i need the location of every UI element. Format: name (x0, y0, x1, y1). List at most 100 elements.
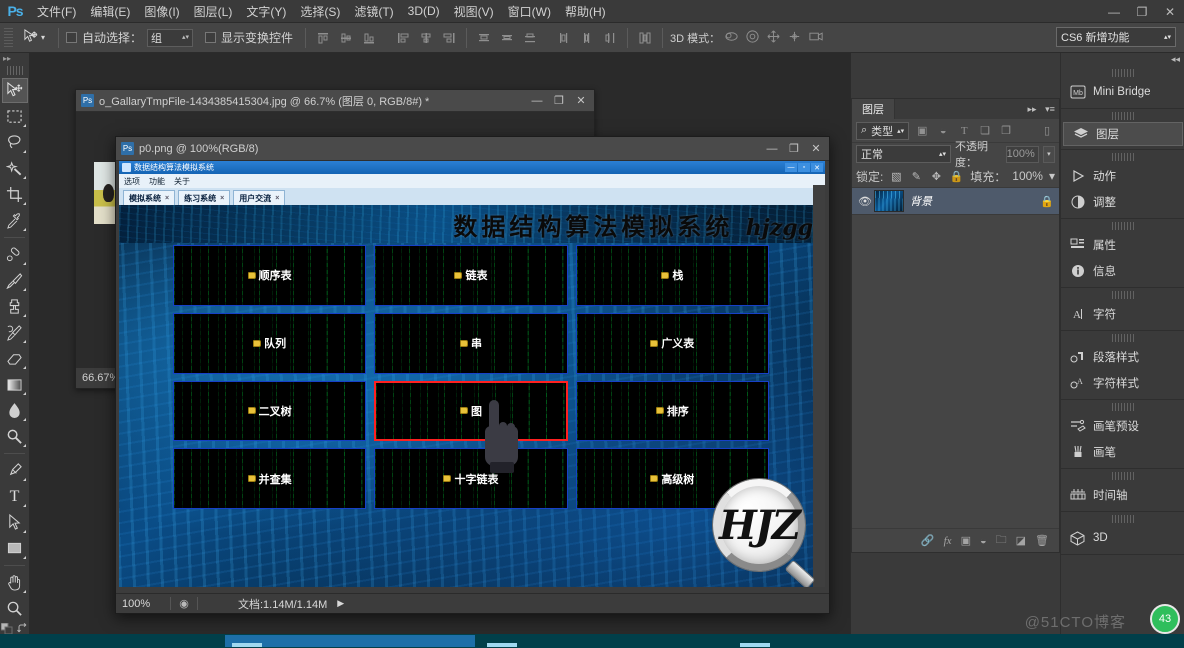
align-vertical-center-icon[interactable] (336, 28, 356, 48)
minimize-button[interactable]: — (785, 163, 797, 172)
fill-stepper-icon[interactable]: ▾ (1049, 169, 1055, 183)
path-selection-tool[interactable] (2, 510, 28, 535)
dock-group-handle[interactable] (1112, 222, 1134, 230)
dock-group-handle[interactable] (1112, 334, 1134, 342)
rectangle-shape-tool[interactable] (2, 536, 28, 561)
magic-wand-tool[interactable] (2, 156, 28, 181)
slide-3d-icon[interactable] (787, 29, 802, 47)
rotate-3d-icon[interactable] (724, 29, 739, 47)
link-layers-icon[interactable]: 🔗 (921, 534, 935, 547)
dodge-tool[interactable] (2, 424, 28, 449)
spot-healing-brush-tool[interactable] (2, 242, 28, 267)
restore-button[interactable]: ❐ (1128, 0, 1156, 23)
menu-3d[interactable]: 3D(D) (401, 2, 447, 20)
align-right-icon[interactable] (439, 28, 459, 48)
toolbox-drag-handle[interactable] (6, 66, 23, 75)
clone-stamp-tool[interactable] (2, 294, 28, 319)
maximize-button[interactable]: ❐ (783, 139, 805, 159)
dock-item-actions[interactable]: 动作 (1061, 163, 1184, 189)
status-proof-icon[interactable]: ◉ (170, 597, 198, 610)
status-menu-arrow-icon[interactable]: ▶ (337, 598, 344, 609)
layer-style-fx-icon[interactable]: fx (944, 535, 952, 547)
distribute-horizontal-center-icon[interactable] (577, 28, 597, 48)
close-button[interactable]: ✕ (1156, 0, 1184, 23)
history-brush-tool[interactable] (2, 320, 28, 345)
blend-mode-dropdown[interactable]: 正常 ▴▾ (856, 145, 951, 163)
foreground-document-canvas[interactable]: 数据结构算法模拟系统 — ▫ ✕ 选项 功能 关于 模拟系统 × 练习系统 × … (119, 161, 825, 587)
blur-tool[interactable] (2, 398, 28, 423)
close-button[interactable]: ✕ (570, 91, 592, 111)
tab-close-icon[interactable]: × (165, 195, 169, 202)
auto-select-scope-dropdown[interactable]: 组 ▴▾ (147, 28, 194, 47)
menu-select[interactable]: 选择(S) (293, 1, 347, 22)
opacity-stepper-icon[interactable]: ▾ (1042, 145, 1055, 163)
menu-edit[interactable]: 编辑(E) (83, 1, 137, 22)
gradient-tool[interactable] (2, 372, 28, 397)
inner-menu-options[interactable]: 选项 (124, 176, 140, 187)
grid-item-queue[interactable]: 队列 (173, 312, 367, 374)
maximize-button[interactable]: ▫ (798, 163, 810, 172)
fill-value[interactable]: 100% (1012, 169, 1043, 183)
lock-all-icon[interactable]: 🔒 (949, 170, 963, 183)
current-tool-indicator[interactable]: ▾ (17, 28, 51, 47)
grid-item-union-find[interactable]: 并查集 (173, 448, 367, 509)
dock-item-character[interactable]: A 字符 (1061, 301, 1184, 327)
lasso-tool[interactable] (2, 130, 28, 155)
layer-row-background[interactable]: 👁 背景 🔒 (852, 187, 1059, 215)
dock-group-handle[interactable] (1112, 291, 1134, 299)
dock-group-handle[interactable] (1112, 515, 1134, 523)
grid-item-string[interactable]: 串 (374, 312, 568, 374)
dock-item-timeline[interactable]: 时间轴 (1061, 482, 1184, 508)
crop-tool[interactable] (2, 182, 28, 207)
dock-group-handle[interactable] (1112, 472, 1134, 480)
menu-file[interactable]: 文件(F) (30, 1, 83, 22)
align-left-icon[interactable] (393, 28, 413, 48)
grid-item-sequential-list[interactable]: 顺序表 (173, 245, 367, 306)
align-bottom-icon[interactable] (359, 28, 379, 48)
dock-expand-icon[interactable]: ◂◂ (1061, 53, 1184, 66)
dock-item-brush[interactable]: 画笔 (1061, 439, 1184, 465)
grid-item-graph[interactable]: 图 (374, 380, 568, 442)
pan-3d-icon[interactable] (766, 29, 781, 47)
rectangular-marquee-tool[interactable] (2, 104, 28, 129)
dock-item-properties[interactable]: 属性 (1061, 232, 1184, 258)
dock-item-adjustments[interactable]: 调整 (1061, 189, 1184, 215)
grid-item-stack[interactable]: 栈 (575, 245, 769, 306)
eraser-tool[interactable] (2, 346, 28, 371)
filter-shape-layers-icon[interactable]: ❏ (977, 124, 993, 137)
lock-image-pixels-icon[interactable]: ✎ (909, 170, 923, 183)
dock-group-handle[interactable] (1112, 112, 1134, 120)
distribute-left-icon[interactable] (554, 28, 574, 48)
new-group-icon[interactable]: 🗀 (996, 531, 1007, 550)
grid-item-binary-tree[interactable]: 二叉树 (173, 380, 367, 442)
dock-item-paragraph-styles[interactable]: 段落样式 (1061, 344, 1184, 370)
distribute-bottom-icon[interactable] (520, 28, 540, 48)
pen-tool[interactable] (2, 458, 28, 483)
foreground-document-titlebar[interactable]: Ps p0.png @ 100%(RGB/8) — ❐ ✕ (116, 137, 829, 161)
panel-menu-icon[interactable]: ▾≡ (1041, 99, 1059, 119)
distribute-vertical-center-icon[interactable] (497, 28, 517, 48)
dock-group-handle[interactable] (1112, 153, 1134, 161)
grid-item-sorting[interactable]: 排序 (575, 380, 769, 442)
layer-thumbnail[interactable] (874, 190, 904, 212)
delete-layer-icon[interactable]: 🗑 (1035, 534, 1049, 547)
options-bar-grip[interactable] (4, 27, 13, 48)
auto-select-checkbox[interactable] (66, 32, 78, 43)
move-tool[interactable] (1, 78, 28, 103)
brush-tool[interactable] (2, 268, 28, 293)
new-layer-icon[interactable]: ◪ (1016, 534, 1026, 547)
menu-filter[interactable]: 滤镜(T) (347, 1, 400, 22)
type-tool[interactable]: T (2, 484, 28, 509)
grid-item-generalized-list[interactable]: 广义表 (575, 312, 769, 374)
dock-item-layers[interactable]: 图层 (1063, 122, 1183, 146)
lock-position-icon[interactable]: ✥ (929, 170, 943, 183)
tool-preset-chevron-icon[interactable]: ▾ (41, 33, 45, 42)
filter-adjustment-layers-icon[interactable]: ◒ (935, 125, 951, 137)
filter-smart-object-icon[interactable]: ❐ (998, 124, 1014, 137)
layer-visibility-eye-icon[interactable]: 👁 (856, 195, 874, 208)
tab-close-icon[interactable]: × (275, 195, 279, 202)
layer-filter-type-dropdown[interactable]: ⌕ 类型 ▴▾ (856, 121, 910, 140)
minimize-button[interactable]: — (526, 91, 548, 111)
camera-3d-icon[interactable] (808, 30, 825, 46)
menu-view[interactable]: 视图(V) (447, 1, 501, 22)
